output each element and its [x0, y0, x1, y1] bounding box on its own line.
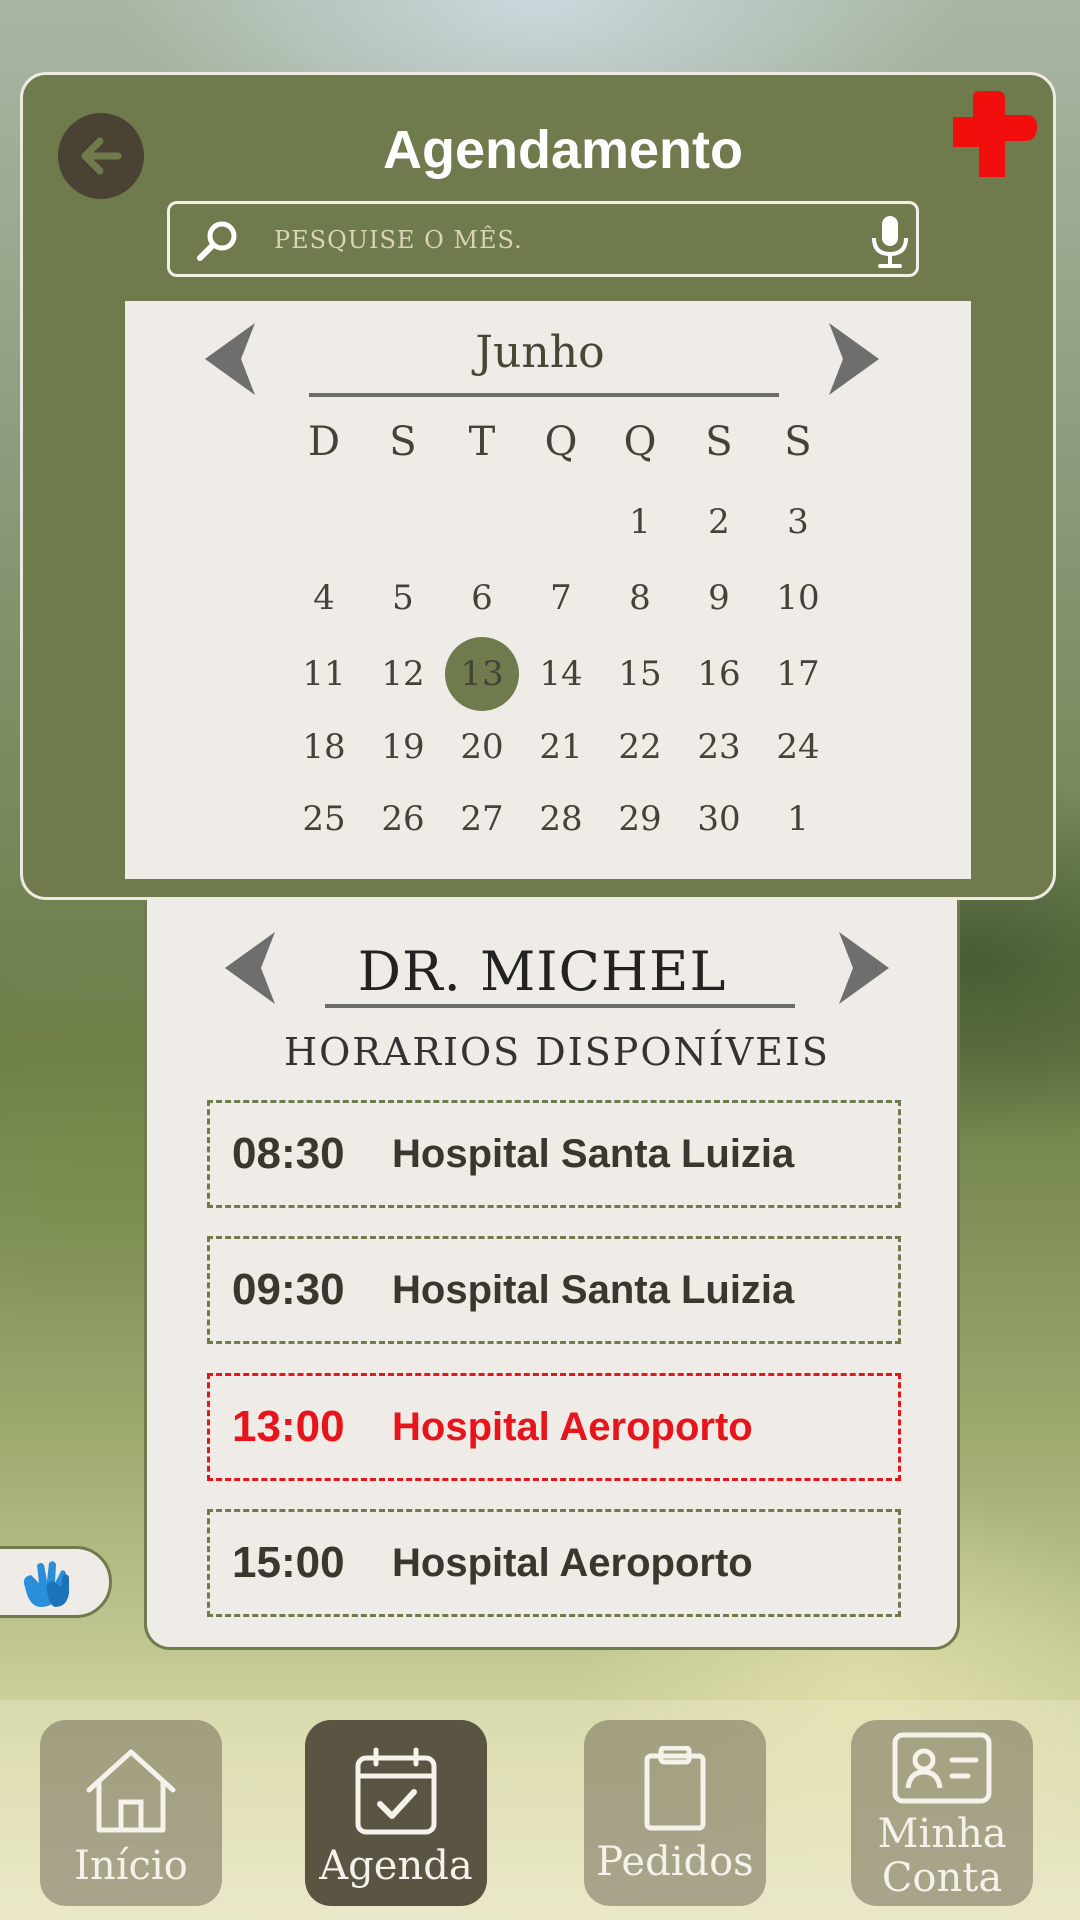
sign-language-icon: [23, 1561, 69, 1607]
weekday-label: S: [389, 419, 417, 465]
back-button[interactable]: [58, 113, 144, 199]
calendar-day[interactable]: 3: [759, 493, 837, 551]
arrow-left-icon: [81, 137, 122, 175]
calendar-day[interactable]: 7: [522, 569, 600, 627]
search-input[interactable]: PESQUISE O MÊS.: [274, 226, 523, 254]
month-search-box[interactable]: PESQUISE O MÊS.: [167, 201, 919, 277]
time-slot[interactable]: 08:30 Hospital Santa Luizia: [207, 1100, 901, 1208]
month-label: Junho: [475, 327, 605, 378]
slot-place: Hospital Aeroporto: [392, 1540, 753, 1585]
calendar-day[interactable]: 16: [680, 645, 758, 703]
weekday-label: Q: [544, 419, 578, 465]
doctor-name: DR. MICHEL: [357, 940, 727, 1003]
calendar: Junho D S T Q Q S S 1 2 3 4 5 6 7 8 9 10 11 12 13 14 15 16 17 18…: [125, 301, 971, 879]
doctor-divider: [325, 1004, 795, 1008]
calendar-day[interactable]: 19: [364, 718, 442, 776]
calendar-day[interactable]: 18: [285, 718, 363, 776]
nav-label: Minha Conta: [877, 1811, 1007, 1901]
calendar-day[interactable]: 2: [680, 493, 758, 551]
calendar-day[interactable]: 6: [443, 569, 521, 627]
calendar-day[interactable]: 20: [443, 718, 521, 776]
weekday-label: S: [705, 419, 733, 465]
slot-place: Hospital Santa Luizia: [392, 1267, 795, 1312]
search-icon[interactable]: [194, 216, 242, 264]
slot-time: 08:30: [232, 1129, 345, 1178]
previous-doctor-arrow-icon[interactable]: [225, 932, 277, 1004]
time-slot[interactable]: 09:30 Hospital Santa Luizia: [207, 1236, 901, 1344]
nav-item-inicio[interactable]: Início: [40, 1720, 222, 1906]
nav-label: Pedidos: [596, 1839, 754, 1885]
nav-label: Início: [74, 1843, 188, 1889]
next-month-arrow-icon[interactable]: [827, 323, 879, 395]
red-cross-icon: [953, 91, 1037, 177]
calendar-day[interactable]: 9: [680, 569, 758, 627]
calendar-day[interactable]: 5: [364, 569, 442, 627]
next-doctor-arrow-icon[interactable]: [837, 932, 889, 1004]
calendar-day[interactable]: 24: [759, 718, 837, 776]
page-title: Agendamento: [382, 120, 744, 180]
calendar-day[interactable]: 17: [759, 645, 837, 703]
time-slot[interactable]: 15:00 Hospital Aeroporto: [207, 1509, 901, 1617]
calendar-day[interactable]: 12: [364, 645, 442, 703]
calendar-day[interactable]: 11: [285, 645, 363, 703]
slot-time: 09:30: [232, 1265, 345, 1314]
nav-item-agenda[interactable]: Agenda: [305, 1720, 487, 1906]
calendar-day[interactable]: 1: [759, 790, 837, 848]
home-icon: [86, 1749, 176, 1833]
calendar-day[interactable]: 4: [285, 569, 363, 627]
slot-time: 13:00: [232, 1402, 345, 1451]
accessibility-button[interactable]: [0, 1546, 112, 1618]
calendar-day-selected[interactable]: 13: [443, 637, 521, 711]
clipboard-icon: [644, 1746, 706, 1831]
slot-place: Hospital Santa Luizia: [392, 1131, 795, 1176]
slot-time: 15:00: [232, 1538, 345, 1587]
calendar-day[interactable]: 28: [522, 790, 600, 848]
scheduling-card: Agendamento PESQUISE O MÊS. Junho D S T QQ S…: [20, 72, 1056, 900]
calendar-day[interactable]: 25: [285, 790, 363, 848]
weekday-label: T: [468, 419, 496, 465]
microphone-icon[interactable]: [870, 214, 910, 270]
calendar-day[interactable]: 10: [759, 569, 837, 627]
calendar-day[interactable]: 15: [601, 645, 679, 703]
calendar-day[interactable]: 26: [364, 790, 442, 848]
weekday-label: S: [784, 419, 812, 465]
id-card-icon: [892, 1732, 992, 1804]
bottom-navigation: Início Agenda Pedidos Minha Conta: [0, 1700, 1080, 1920]
doctor-availability-card: DR. MICHEL HORARIOS DISPONÍVEIS 08:30 Ho…: [144, 900, 960, 1650]
previous-month-arrow-icon[interactable]: [205, 323, 257, 395]
calendar-day[interactable]: 30: [680, 790, 758, 848]
calendar-day[interactable]: 8: [601, 569, 679, 627]
nav-label: Agenda: [319, 1843, 473, 1889]
time-slot-selected[interactable]: 13:00 Hospital Aeroporto: [207, 1373, 901, 1481]
calendar-day[interactable]: 29: [601, 790, 679, 848]
nav-item-minha-conta[interactable]: Minha Conta: [851, 1720, 1033, 1906]
month-divider: [309, 393, 779, 397]
slot-place: Hospital Aeroporto: [392, 1404, 753, 1449]
available-times-label: HORARIOS DISPONÍVEIS: [284, 1030, 830, 1074]
calendar-check-icon: [355, 1747, 437, 1835]
calendar-day[interactable]: 23: [680, 718, 758, 776]
weekday-label: Q: [623, 419, 657, 465]
calendar-day[interactable]: 21: [522, 718, 600, 776]
calendar-day[interactable]: 22: [601, 718, 679, 776]
nav-item-pedidos[interactable]: Pedidos: [584, 1720, 766, 1906]
calendar-day[interactable]: 14: [522, 645, 600, 703]
weekday-label: D: [307, 419, 341, 465]
calendar-day[interactable]: 27: [443, 790, 521, 848]
calendar-day[interactable]: 1: [601, 493, 679, 551]
